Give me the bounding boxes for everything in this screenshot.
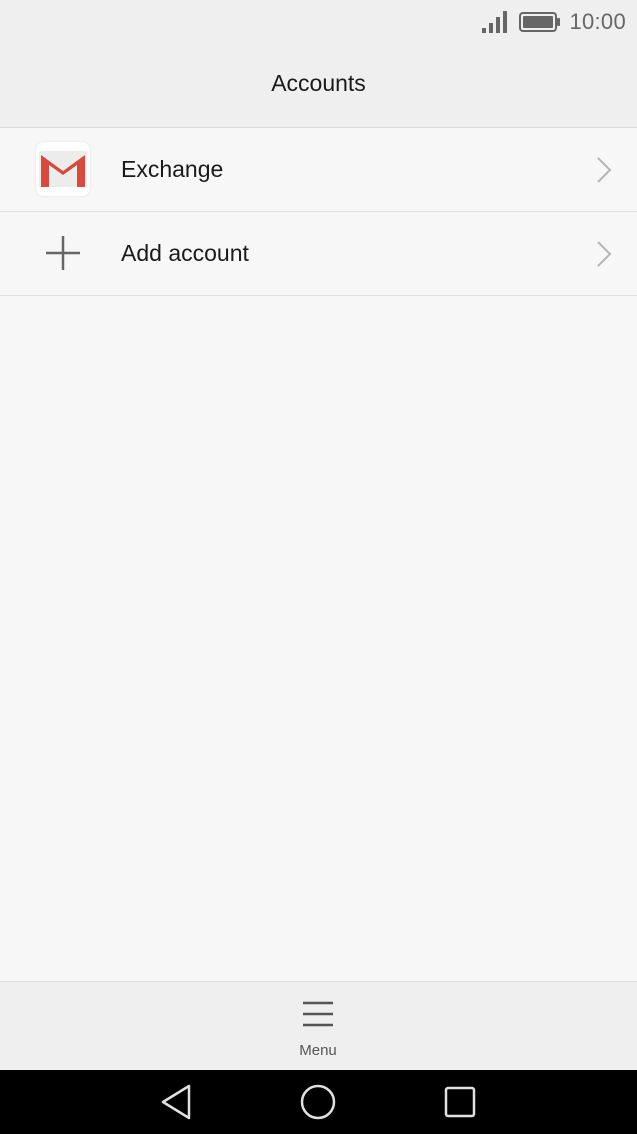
account-list: Exchange Add account	[0, 128, 637, 296]
recents-icon[interactable]	[440, 1082, 480, 1122]
add-account-label: Add account	[121, 240, 249, 266]
home-icon[interactable]	[298, 1082, 338, 1122]
account-row-exchange[interactable]: Exchange	[0, 128, 637, 212]
signal-bars-icon	[482, 11, 508, 33]
menu-label: Menu	[299, 1042, 337, 1059]
back-icon[interactable]	[157, 1082, 197, 1122]
bottom-action-bar: Menu	[0, 981, 637, 1071]
add-account-icon-container	[36, 226, 90, 280]
battery-full-icon	[519, 12, 561, 32]
chevron-right-icon	[597, 157, 612, 183]
menu-button[interactable]: Menu	[268, 992, 368, 1066]
gmail-icon	[36, 142, 90, 196]
status-bar: 10:00	[0, 0, 637, 44]
system-nav-bar	[0, 1070, 637, 1134]
status-indicators: 10:00	[481, 8, 626, 36]
account-icon-container	[36, 142, 90, 196]
add-account-row[interactable]: Add account	[0, 212, 637, 296]
hamburger-menu-icon	[303, 1001, 333, 1027]
status-time: 10:00	[569, 9, 626, 34]
app-header: Accounts	[0, 44, 637, 128]
page-title: Accounts	[271, 70, 366, 96]
plus-icon	[46, 236, 80, 270]
account-label-exchange: Exchange	[121, 156, 224, 182]
chevron-right-icon	[597, 241, 612, 267]
